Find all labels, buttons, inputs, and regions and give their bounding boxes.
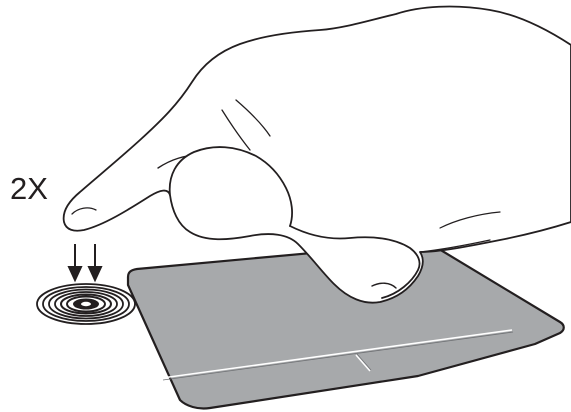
tap-ripple-icon <box>36 283 136 325</box>
hand-icon <box>62 5 571 304</box>
ripple-center-dot <box>81 301 91 307</box>
tap-count-label: 2X <box>10 171 48 206</box>
down-arrow-right-head <box>87 266 103 283</box>
down-arrow-left-head <box>67 266 83 283</box>
touchpad-double-tap-illustration <box>36 5 571 410</box>
hand-outline <box>62 5 571 304</box>
double-down-arrow-icon <box>67 244 103 283</box>
